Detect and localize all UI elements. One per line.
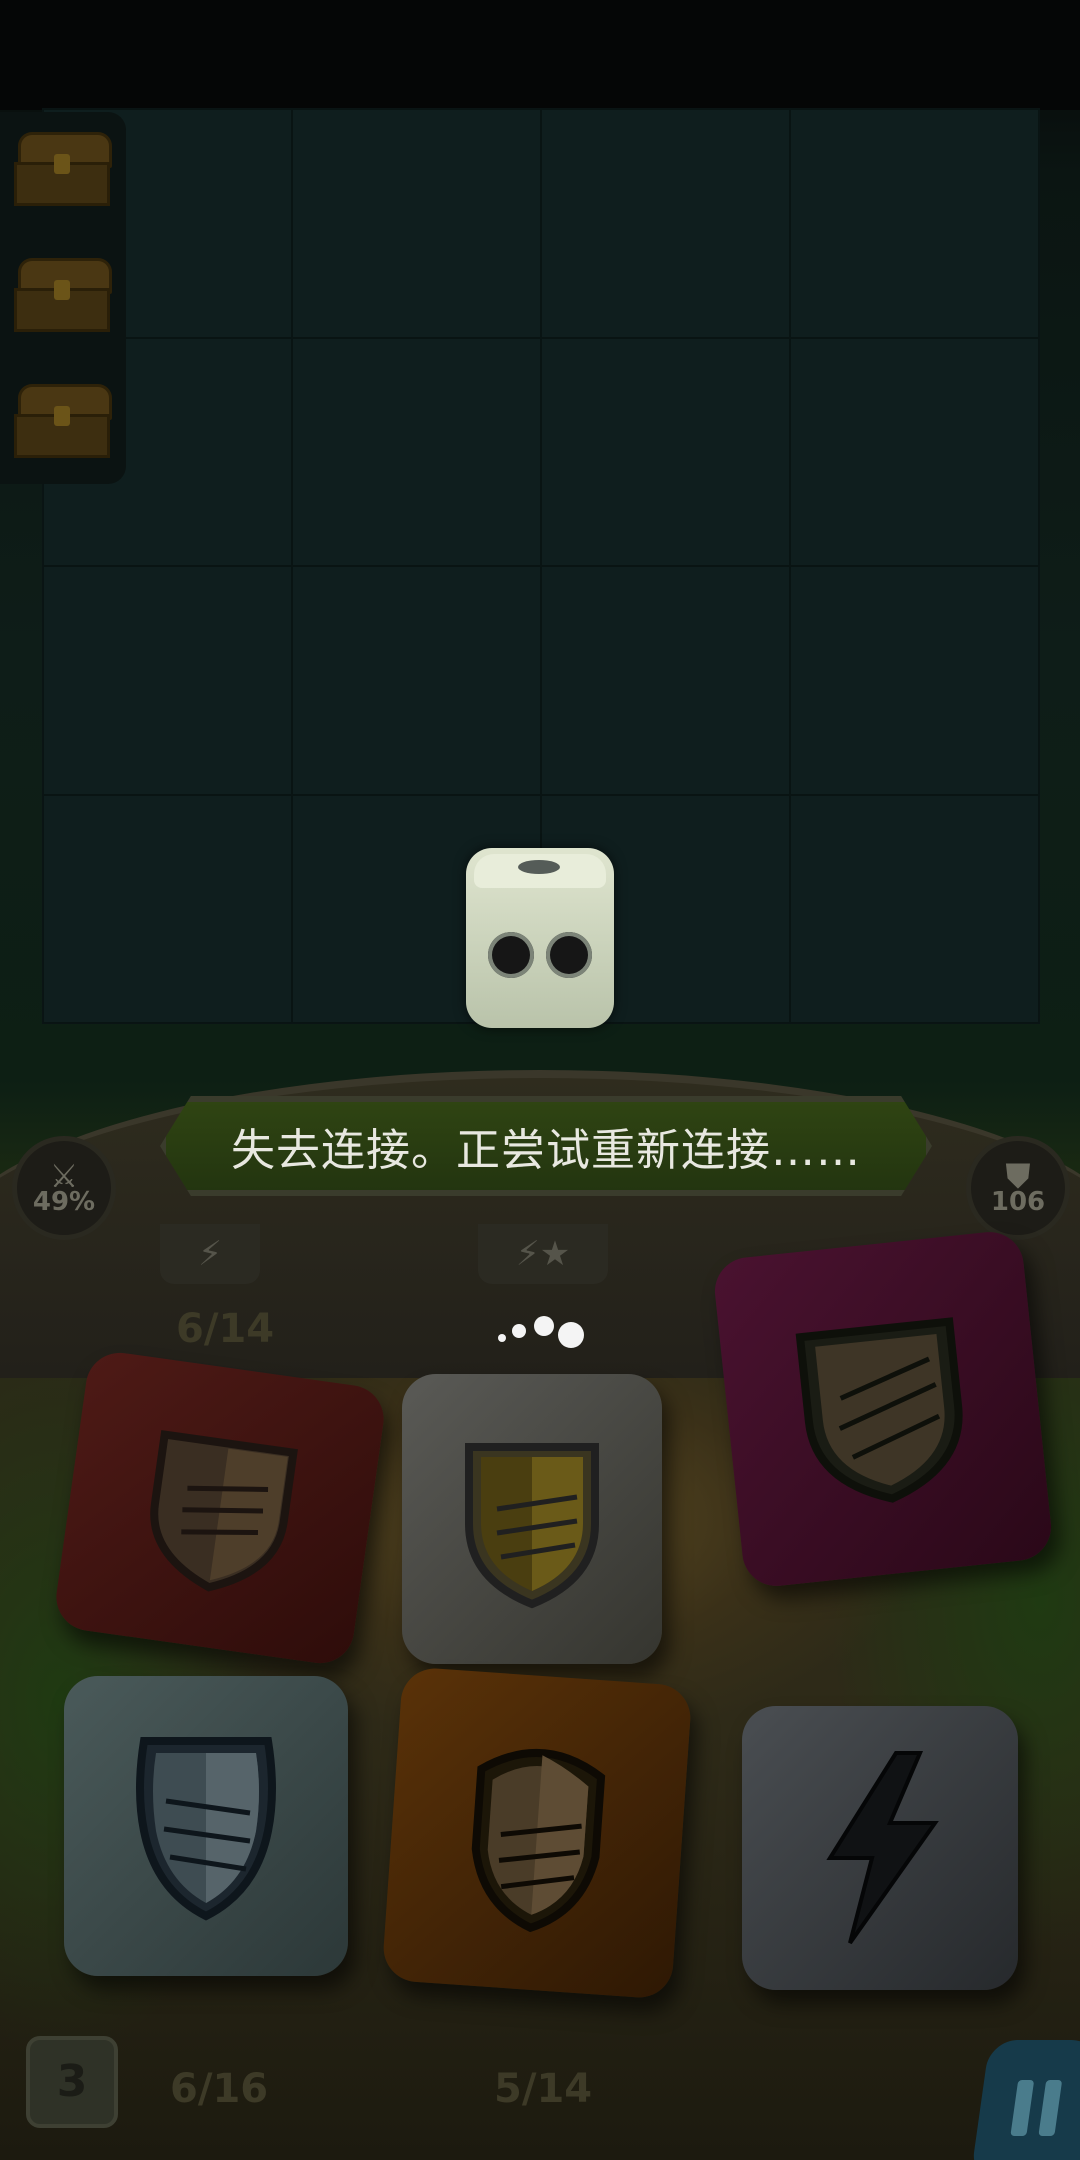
teal-shield-die[interactable] (64, 1676, 348, 1976)
lightning-icon (826, 1751, 939, 1945)
lightning-icon: ⚡ (198, 1234, 222, 1274)
board-cell[interactable] (292, 337, 541, 566)
reconnect-message: 失去连接。正尝试重新连接…… (231, 1125, 861, 1176)
grey-shield-die[interactable] (402, 1374, 662, 1664)
board-cell[interactable] (541, 337, 790, 566)
dice-counter: 6/14 (176, 1306, 275, 1352)
shield-icon (471, 1749, 606, 1933)
treasure-chest-icon[interactable] (14, 258, 112, 332)
board-cell[interactable] (43, 566, 292, 795)
loading-dots (494, 1310, 594, 1350)
shield-icon (150, 1430, 298, 1592)
energy-tab[interactable]: ⚡ (160, 1224, 260, 1284)
board-cell[interactable] (292, 566, 541, 795)
shield-icon (795, 1317, 963, 1503)
board-cell[interactable] (541, 109, 790, 338)
turn-number: 3 (56, 2056, 88, 2107)
shield-icon (465, 1443, 599, 1609)
board-cell[interactable] (790, 109, 1039, 338)
red-shield-die[interactable] (51, 1348, 389, 1668)
board-cell[interactable] (790, 337, 1039, 566)
board-cell[interactable] (790, 566, 1039, 795)
loading-die-icon (466, 848, 614, 1028)
board-cell[interactable] (541, 566, 790, 795)
pause-icon (1010, 2080, 1035, 2136)
turn-counter-button[interactable]: 3 (26, 2036, 118, 2128)
star-icon: ★ (539, 1234, 571, 1274)
reconnect-banner: 失去连接。正尝试重新连接…… (160, 1096, 932, 1196)
orange-shield-die[interactable] (381, 1666, 693, 2000)
shield-icon (136, 1737, 276, 1921)
attack-badge: ⚔ 49% (12, 1136, 116, 1240)
energy-star-tab[interactable]: ⚡★ (478, 1224, 608, 1284)
treasure-chest-icon[interactable] (14, 132, 112, 206)
purple-shield-die[interactable] (711, 1228, 1055, 1590)
defense-badge: ⛊ 106 (966, 1136, 1070, 1240)
status-bar (0, 0, 1080, 110)
attack-percent: 49% (32, 1187, 96, 1217)
lightning-die[interactable] (742, 1706, 1018, 1990)
board-cell[interactable] (292, 109, 541, 338)
lightning-icon: ⚡ (515, 1234, 540, 1274)
chest-panel (0, 112, 126, 484)
board-cell[interactable] (43, 794, 292, 1023)
game-scene: 失去连接。正尝试重新连接…… ⚔ 49% ⛊ 106 ⚡ ⚡★ 6/14 6/1… (0, 0, 1080, 2160)
pause-button[interactable] (970, 2040, 1080, 2160)
dice-counter: 6/16 (170, 2066, 269, 2112)
pause-icon-bar (1038, 2080, 1063, 2136)
board-cell[interactable] (790, 794, 1039, 1023)
defense-value: 106 (990, 1187, 1046, 1217)
dice-counter: 5/14 (494, 2066, 593, 2112)
treasure-chest-icon[interactable] (14, 384, 112, 458)
